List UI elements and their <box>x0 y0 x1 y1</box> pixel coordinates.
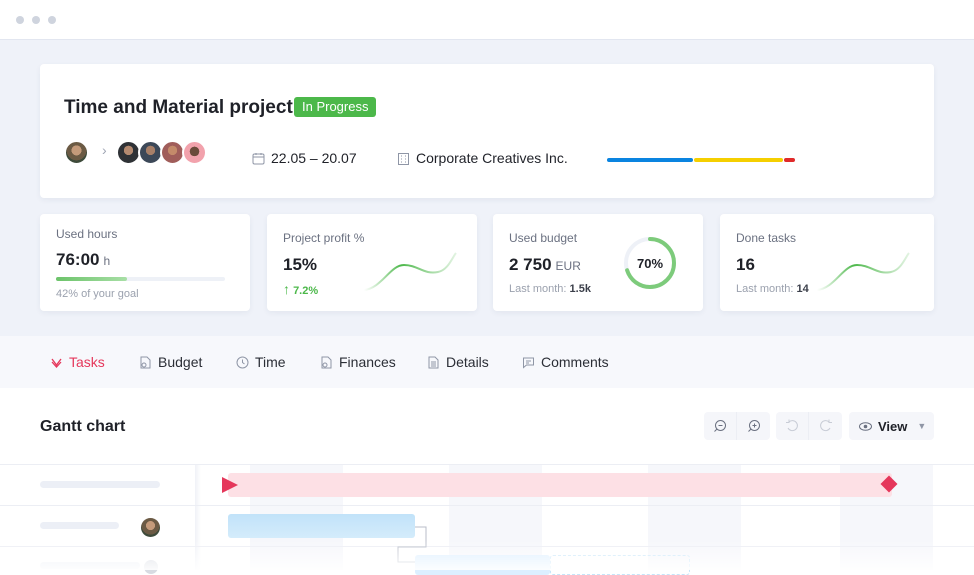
hours-progress-fill <box>56 277 127 281</box>
project-client: Corporate Creatives Inc. <box>397 150 568 166</box>
tab-time[interactable]: Time <box>236 354 286 370</box>
zoom-controls <box>704 412 770 440</box>
stat-value: 76:00 h <box>56 250 111 269</box>
stat-label: Used hours <box>56 227 118 241</box>
progress-segment-yellow <box>694 158 783 162</box>
budget-icon <box>140 356 151 368</box>
gantt-title: Gantt chart <box>40 418 126 435</box>
hours-progress-track <box>56 277 225 281</box>
tab-tasks[interactable]: Tasks <box>50 354 105 370</box>
owner-avatar[interactable] <box>64 140 89 165</box>
project-header-card: Time and Material project In Progress › … <box>40 64 934 198</box>
caret-down-icon: ▼ <box>917 421 927 431</box>
building-icon <box>398 153 409 165</box>
tab-finances[interactable]: Finances <box>320 354 396 370</box>
stat-note: 42% of your goal <box>56 288 139 300</box>
window-minimize-button[interactable] <box>32 16 40 24</box>
profit-sparkline <box>363 252 457 291</box>
stat-value: 2 750 EUR <box>509 255 581 274</box>
client-name[interactable]: Corporate Creatives Inc. <box>416 150 568 166</box>
bottom-fade <box>0 540 974 570</box>
stat-label: Done tasks <box>736 231 797 245</box>
redo-icon <box>819 419 832 432</box>
milestone-bar[interactable] <box>228 473 892 497</box>
zoom-out-icon <box>714 420 726 432</box>
milestone-start-marker <box>222 477 238 493</box>
zoom-in-icon <box>747 420 760 432</box>
stat-card-used-budget: Used budget 2 750 EUR Last month: 1.5k 70… <box>493 214 703 311</box>
assignee-avatar[interactable] <box>141 518 160 537</box>
task-bar[interactable] <box>228 514 415 538</box>
stat-card-used-hours: Used hours 76:00 h 42% of your goal <box>40 214 250 311</box>
calendar-icon <box>252 153 265 165</box>
status-badge[interactable]: In Progress <box>294 97 377 117</box>
tab-budget[interactable]: Budget <box>139 354 202 370</box>
view-label: View <box>878 418 908 434</box>
task-name-placeholder <box>40 481 160 488</box>
view-dropdown[interactable]: View ▼ <box>849 412 934 440</box>
tasks-icon <box>51 358 62 368</box>
zoom-in-button[interactable] <box>737 412 770 440</box>
arrow-up-icon: ↑ <box>283 281 290 297</box>
team-avatar-4[interactable] <box>182 140 207 165</box>
stat-label: Project profit % <box>283 231 365 245</box>
clock-icon <box>236 356 249 368</box>
stat-label: Used budget <box>509 231 578 245</box>
stat-value: 15% <box>283 255 318 274</box>
stat-last-month: Last month: 14 <box>736 283 809 295</box>
date-range: 22.05 – 20.07 <box>271 150 357 166</box>
history-controls <box>776 412 842 440</box>
stat-card-project-profit: Project profit % 15% ↑ 7.2% <box>267 214 477 311</box>
chevron-right-icon: › <box>102 142 107 158</box>
project-tabs: Tasks Budget Time Finances Details Comme… <box>0 336 974 388</box>
eye-icon <box>859 421 872 431</box>
tab-details[interactable]: Details <box>427 354 489 370</box>
task-name-placeholder <box>40 522 119 529</box>
window-close-button[interactable] <box>16 16 24 24</box>
tasks-sparkline <box>816 252 910 291</box>
project-dates: 22.05 – 20.07 <box>252 150 357 166</box>
zoom-out-button[interactable] <box>704 412 737 440</box>
budget-ring-label: 70% <box>637 256 663 271</box>
stat-change: ↑ 7.2% <box>283 281 319 297</box>
project-title: Time and Material project <box>64 97 293 118</box>
redo-button[interactable] <box>809 412 842 440</box>
stat-last-month: Last month: 1.5k <box>509 283 591 295</box>
comment-icon <box>523 357 534 369</box>
stat-card-done-tasks: Done tasks 16 Last month: 14 <box>720 214 934 311</box>
undo-button[interactable] <box>776 412 809 440</box>
progress-segment-red <box>784 158 795 162</box>
window-maximize-button[interactable] <box>48 16 56 24</box>
tab-comments[interactable]: Comments <box>522 354 609 370</box>
gantt-row-divider <box>0 505 974 506</box>
stat-value: 16 <box>736 255 755 274</box>
undo-icon <box>786 419 798 432</box>
document-icon <box>428 356 439 368</box>
progress-segment-blue <box>607 158 693 162</box>
budget-ring: 70% <box>624 237 676 289</box>
window-titlebar <box>0 0 974 40</box>
finances-icon <box>321 356 332 368</box>
